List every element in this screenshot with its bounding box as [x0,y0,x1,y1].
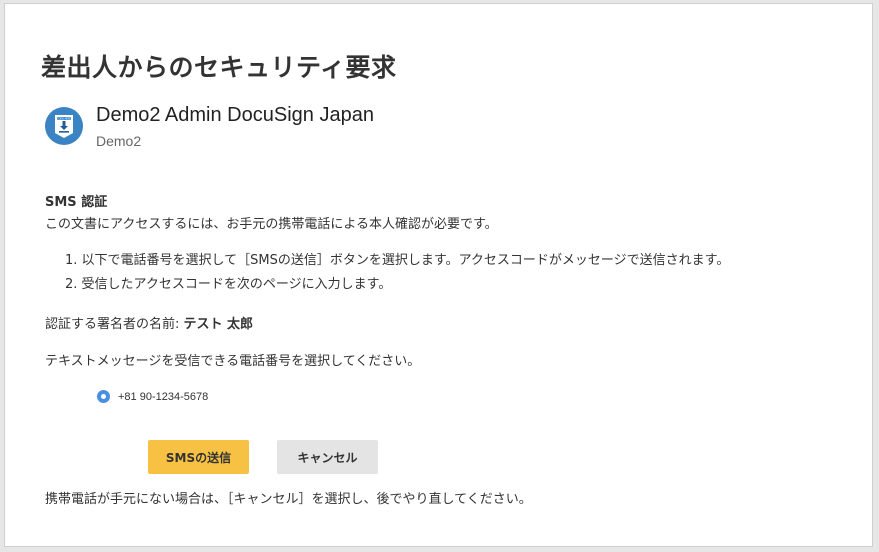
phone-number-option[interactable]: +81 90-1234-5678 [97,390,208,403]
signer-name: テスト 太郎 [183,317,254,332]
choose-phone-instruction: テキストメッセージを受信できる電話番号を選択してください。 [45,354,421,369]
send-sms-button[interactable]: SMSの送信 [148,440,249,474]
instruction-step: 1. 以下で電話番号を選択して［SMSの送信］ボタンを選択します。アクセスコード… [65,253,730,268]
phone-radio-button[interactable] [97,390,110,403]
cancel-button[interactable]: キャンセル [277,440,378,474]
avatar-code-text: CODE HERE [57,118,72,121]
sender-company: Demo2 [96,133,142,149]
sms-auth-heading: SMS 認証 [45,195,108,210]
security-request-dialog: 差出人からのセキュリティ要求 CODE HERE Demo2 Admin Doc… [4,3,873,547]
page-title: 差出人からのセキュリティ要求 [41,53,397,82]
instruction-steps: 1. 以下で電話番号を選択して［SMSの送信］ボタンを選択します。アクセスコード… [65,249,729,297]
signer-label: 認証する署名者の名前: [45,317,184,332]
phone-number-label: +81 90-1234-5678 [118,390,209,403]
sender-avatar: CODE HERE [45,107,83,145]
sender-name: Demo2 Admin DocuSign Japan [96,104,374,126]
instruction-step: 2. 受信したアクセスコードを次のページに入力します。 [65,277,392,292]
footer-note: 携帯電話が手元にない場合は、［キャンセル］を選択し、後でやり直してください。 [45,492,532,507]
download-document-icon: CODE HERE [45,107,83,145]
sms-intro-text: この文書にアクセスするには、お手元の携帯電話による本人確認が必要です。 [45,217,498,232]
signer-name-line: 認証する署名者の名前: テスト 太郎 [45,313,253,332]
